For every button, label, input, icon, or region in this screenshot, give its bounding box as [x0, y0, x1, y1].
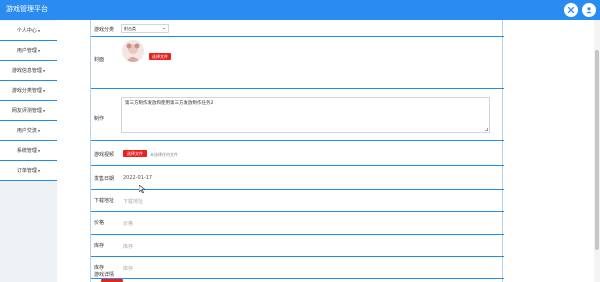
button-label: 选择文件: [127, 150, 143, 156]
sidebar-item-forum[interactable]: 用户交流 ▼: [0, 121, 57, 141]
chevron-down-icon: ▼: [37, 128, 41, 133]
file-status: 未选择任何文件: [150, 152, 178, 157]
sidebar-item-label: 系统管理: [16, 148, 37, 154]
form-row-cover: 封面 选择文件: [91, 37, 504, 89]
form-row-release-date: 发售日期 2022-01-17: [91, 166, 504, 190]
textarea-value: 第三方制作发放和使用第三方发放制作任务2: [125, 101, 214, 106]
app-title: 游戏管理平台: [6, 5, 48, 13]
sidebar-item-label: 用户管理: [16, 48, 37, 54]
field-label: 下载地址: [94, 198, 115, 204]
close-icon: [567, 6, 575, 14]
sidebar-item-orders[interactable]: 订单管理 ▼: [0, 161, 57, 181]
user-button[interactable]: [582, 3, 596, 17]
field-label: 游戏分类: [94, 27, 115, 33]
field-label: 封面: [94, 57, 105, 63]
sidebar-item-system[interactable]: 系统管理 ▼: [0, 141, 57, 161]
field-label: 库存: [94, 265, 105, 271]
chevron-down-icon: ▼: [37, 28, 41, 33]
field-label: 游戏视频: [94, 152, 115, 158]
sidebar-item-users[interactable]: 用户管理 ▼: [0, 41, 57, 61]
field-label: 制作: [94, 116, 105, 122]
cover-thumbnail: [122, 40, 144, 62]
field-label: 价格: [94, 220, 105, 226]
chevron-down-icon: ⌄: [161, 25, 166, 31]
sidebar-item-profile[interactable]: 个人中心 ▼: [0, 21, 57, 41]
sidebar-item-reviews[interactable]: 网友评测管理 ▼: [0, 101, 57, 121]
form-row-maker: 制作 第三方制作发放和使用第三方发放制作任务2: [91, 89, 504, 141]
sidebar-item-games[interactable]: 游戏信息管理 ▼: [0, 61, 57, 81]
game-edit-form: 游戏分类 射击类 ⌄ 封面 选择文件 制作 第三方制作发放和使用第三方发放制作任…: [90, 20, 504, 282]
form-row-category: 游戏分类 射击类 ⌄: [91, 20, 504, 37]
stock-input-b[interactable]: 库存: [123, 265, 133, 272]
chevron-down-icon: ▼: [42, 88, 46, 93]
sidebar-item-categories[interactable]: 游戏分类管理 ▼: [0, 81, 57, 101]
chevron-down-icon: ▼: [37, 168, 41, 173]
form-row-download: 下载地址 下载地址: [91, 190, 504, 212]
field-label: 库存: [94, 243, 105, 249]
price-input[interactable]: 价格: [123, 220, 133, 227]
video-upload-button[interactable]: 选择文件: [123, 150, 147, 157]
scrollbar-thumb[interactable]: [595, 50, 599, 250]
form-row-video: 游戏视频 选择文件 未选择任何文件: [91, 141, 504, 166]
sidebar-item-label: 个人中心: [16, 28, 37, 34]
category-select[interactable]: 射击类 ⌄: [121, 24, 169, 33]
cover-image: [122, 40, 144, 62]
button-label: 选择文件: [152, 53, 168, 59]
chevron-down-icon: ▼: [42, 108, 46, 113]
sidebar-item-label: 订单管理: [16, 168, 37, 174]
resize-handle[interactable]: [485, 128, 488, 131]
sidebar-item-label: 用户交流: [16, 128, 37, 134]
cover-upload-button[interactable]: 选择文件: [149, 53, 171, 60]
user-icon: [586, 7, 592, 14]
form-row-stock-a: 库存 库存: [91, 235, 504, 257]
sidebar: 个人中心 ▼ 用户管理 ▼ 游戏信息管理 ▼ 游戏分类管理 ▼ 网友评测管理 ▼…: [0, 20, 57, 282]
download-url-input[interactable]: 下载地址: [123, 198, 143, 205]
chevron-down-icon: ▼: [37, 148, 41, 153]
maker-textarea[interactable]: 第三方制作发放和使用第三方发放制作任务2: [121, 97, 490, 133]
form-row-stock-b: 库存 库存: [91, 257, 504, 279]
chevron-down-icon: ▼: [37, 48, 41, 53]
form-row-price: 价格 价格: [91, 212, 504, 235]
sidebar-item-label: 游戏信息管理: [11, 68, 42, 74]
close-button[interactable]: [564, 3, 578, 17]
release-date-input[interactable]: 2022-01-17: [123, 175, 152, 181]
sidebar-item-label: 游戏分类管理: [11, 88, 42, 94]
stock-input-a[interactable]: 库存: [123, 243, 133, 250]
top-bar: 游戏管理平台: [0, 0, 600, 20]
chevron-down-icon: ▼: [42, 68, 46, 73]
field-label: 游戏详情: [94, 272, 115, 278]
select-value: 射击类: [124, 26, 136, 31]
field-label: 发售日期: [94, 176, 115, 182]
mouse-cursor-icon: [139, 185, 145, 193]
page-scrollbar[interactable]: [594, 20, 600, 282]
sidebar-item-label: 网友评测管理: [11, 108, 42, 114]
